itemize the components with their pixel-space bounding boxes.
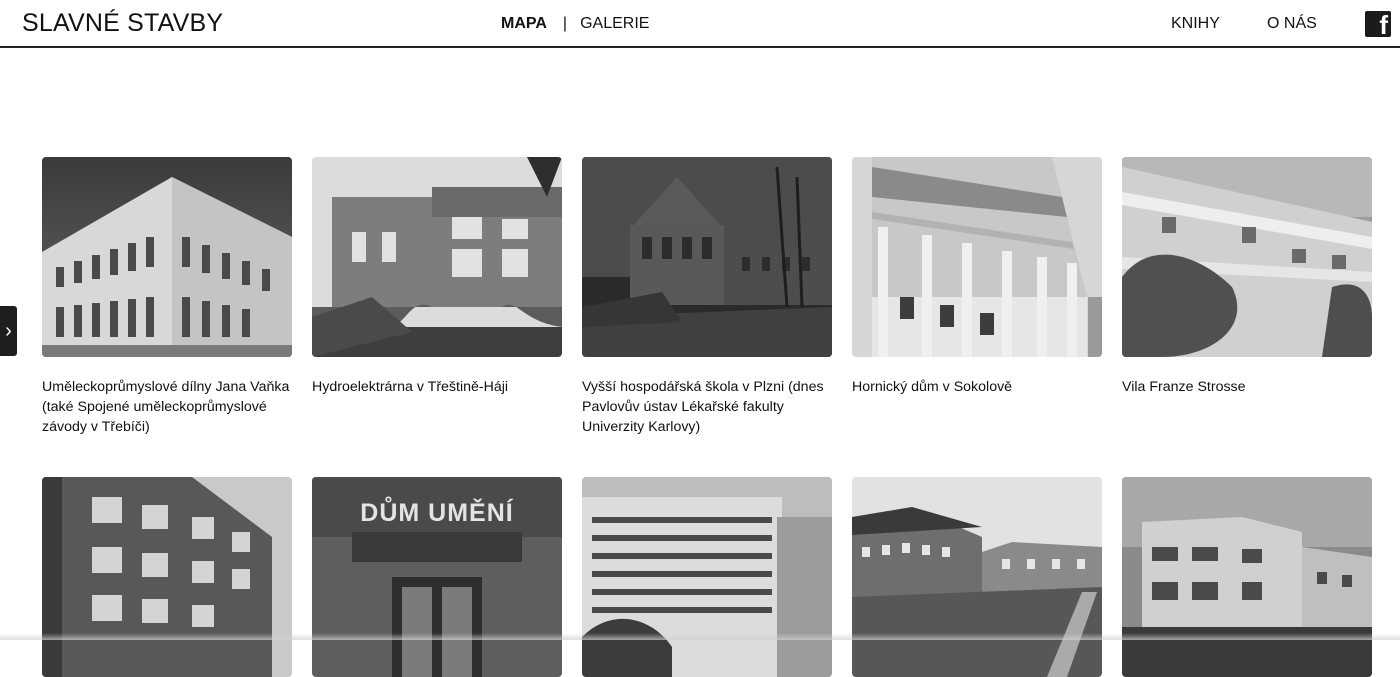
- sidebar-expand-button[interactable]: ›: [0, 306, 17, 356]
- gallery-card[interactable]: Vyšší hospodářská škola v Plzni (dnes Pa…: [582, 157, 832, 437]
- nav-books-link[interactable]: KNIHY: [1171, 15, 1220, 33]
- card-title[interactable]: Hydroelektrárna v Třeštině-Háji: [312, 377, 562, 397]
- building-photo[interactable]: [852, 157, 1102, 357]
- nav-about-link[interactable]: O NÁS: [1267, 15, 1317, 33]
- gallery-card[interactable]: Uměleckoprůmyslové dílny Jana Vaňka (tak…: [42, 157, 292, 437]
- nav-gallery-link[interactable]: GALERIE: [580, 15, 649, 33]
- nav-map-link[interactable]: MAPA: [501, 15, 547, 33]
- gallery-card[interactable]: [852, 477, 1102, 677]
- gallery-card[interactable]: [582, 477, 832, 677]
- chevron-right-icon: ›: [5, 320, 12, 342]
- building-photo[interactable]: [582, 157, 832, 357]
- card-title[interactable]: Vyšší hospodářská škola v Plzni (dnes Pa…: [582, 377, 832, 437]
- building-photo[interactable]: [1122, 477, 1372, 677]
- gallery-card[interactable]: [1122, 477, 1372, 677]
- facebook-icon[interactable]: f: [1365, 11, 1391, 37]
- main-nav: MAPA | GALERIE: [501, 15, 649, 33]
- site-logo[interactable]: SLAVNÉ STAVBY: [22, 9, 223, 38]
- gallery-card[interactable]: Vila Franze Strosse: [1122, 157, 1372, 397]
- card-title[interactable]: Vila Franze Strosse: [1122, 377, 1372, 397]
- building-photo[interactable]: [312, 157, 562, 357]
- card-title[interactable]: Uměleckoprůmyslové dílny Jana Vaňka (tak…: [42, 377, 292, 437]
- building-photo[interactable]: [1122, 157, 1372, 357]
- horizontal-scrollbar[interactable]: [0, 633, 1400, 640]
- gallery-card[interactable]: DŮM UMĚNÍ: [312, 477, 562, 677]
- gallery-card[interactable]: Hydroelektrárna v Třeštině-Háji: [312, 157, 562, 397]
- site-header: SLAVNÉ STAVBY MAPA | GALERIE KNIHY O NÁS…: [0, 0, 1400, 48]
- building-photo[interactable]: [852, 477, 1102, 677]
- photo-sign-text: DŮM UMĚNÍ: [360, 495, 513, 527]
- gallery-card[interactable]: Hornický dům v Sokolově: [852, 157, 1102, 397]
- nav-separator: |: [562, 15, 568, 32]
- building-photo[interactable]: DŮM UMĚNÍ: [312, 477, 562, 677]
- building-photo[interactable]: [42, 477, 292, 677]
- building-photo[interactable]: [42, 157, 292, 357]
- card-title[interactable]: Hornický dům v Sokolově: [852, 377, 1102, 397]
- gallery-card[interactable]: [42, 477, 292, 677]
- building-photo[interactable]: [582, 477, 832, 677]
